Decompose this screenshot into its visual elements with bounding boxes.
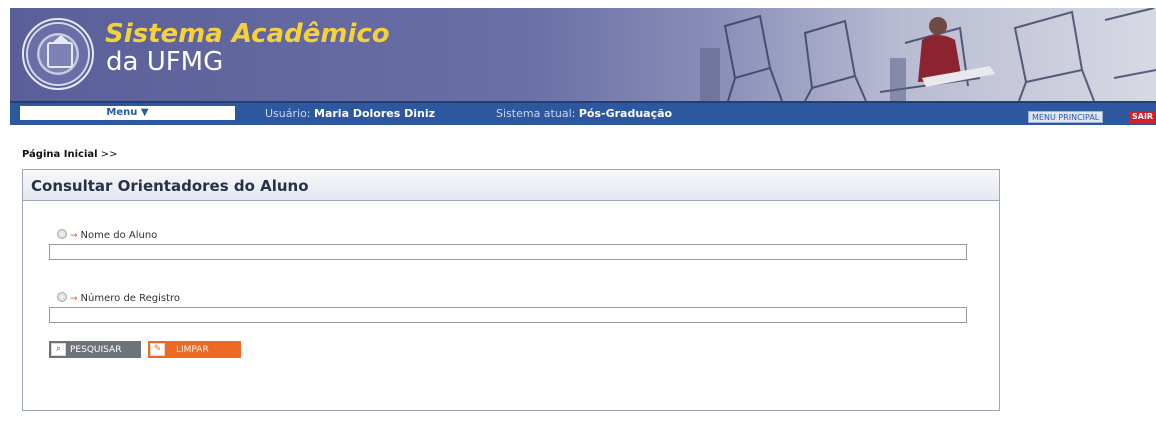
student-name-radio[interactable]	[57, 229, 67, 239]
system-subtitle: da UFMG	[106, 47, 224, 77]
system-name: Pós-Graduação	[578, 107, 673, 120]
arrow-right-icon: →	[70, 231, 78, 241]
ufmg-seal-logo	[22, 18, 94, 90]
registration-number-radio[interactable]	[57, 292, 67, 302]
seal-building-icon	[47, 35, 73, 68]
clear-button-label: LIMPAR	[176, 344, 209, 355]
exit-button[interactable]: SAIR	[1129, 111, 1156, 123]
user-name: Maria Dolores Diniz	[314, 107, 436, 120]
arrow-right-icon: →	[70, 294, 78, 304]
search-panel: Consultar Orientadores do Aluno → Nome do…	[22, 169, 1000, 411]
top-navigation-bar: Menu ▼ Usuário: Maria Dolores Diniz Sist…	[10, 101, 1156, 125]
page-title: Consultar Orientadores do Aluno	[31, 177, 309, 195]
main-menu-link[interactable]: MENU PRINCIPAL	[1028, 111, 1104, 123]
breadcrumb-home-link[interactable]: Página Inicial	[22, 149, 98, 160]
registration-number-option: → Número de Registro	[57, 292, 180, 305]
panel-header: Consultar Orientadores do Aluno	[23, 170, 999, 201]
current-system-info: Sistema atual: Pós-Graduação	[496, 107, 672, 121]
search-icon: ⌕	[51, 343, 66, 356]
header-banner: Sistema Acadêmico da UFMG	[10, 8, 1156, 101]
current-user-info: Usuário: Maria Dolores Diniz	[265, 107, 435, 121]
eraser-icon: ✎	[150, 343, 165, 356]
system-title: Sistema Acadêmico	[105, 19, 390, 49]
search-button-label: PESQUISAR	[70, 344, 122, 355]
student-name-option: → Nome do Aluno	[57, 229, 157, 242]
student-name-label: Nome do Aluno	[80, 230, 158, 241]
clear-button[interactable]: ✎ LIMPAR	[148, 341, 241, 358]
search-button[interactable]: ⌕ PESQUISAR	[49, 341, 141, 358]
student-name-input[interactable]	[49, 244, 967, 260]
breadcrumb: Página Inicial >>	[22, 148, 118, 162]
system-label: Sistema atual:	[496, 107, 576, 120]
user-label: Usuário:	[265, 107, 311, 120]
registration-number-label: Número de Registro	[80, 293, 181, 304]
page: Sistema Acadêmico da UFMG Menu ▼ Usuário…	[0, 0, 1156, 441]
menu-dropdown-button[interactable]: Menu ▼	[20, 106, 235, 120]
breadcrumb-separator: >>	[100, 149, 118, 160]
classroom-photo-decoration	[700, 8, 1156, 101]
registration-number-input[interactable]	[49, 307, 967, 323]
